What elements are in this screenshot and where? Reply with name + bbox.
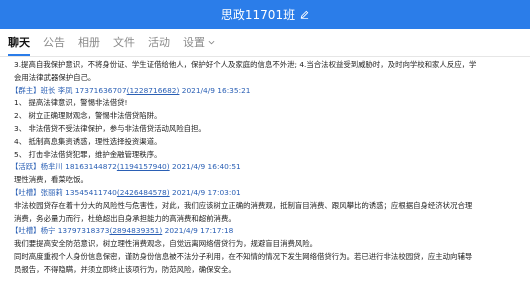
message-text-line: 2、 树立正确理财观念，警惕非法借贷陷阱。 (14, 111, 162, 121)
member-role-badge: 【群主】 (11, 85, 41, 95)
sender-name[interactable]: 杨宁 (41, 226, 56, 235)
message-timestamp: 2021/4/9 16:35:21 (181, 85, 251, 95)
chat-message: 【吐槽】张丽莉 13545411740(2426484578) 2021/4/9… (11, 187, 524, 225)
message-text-line: 3.提高自我保护意识，不将身份证、学生证借给他人，保护好个人及家庭的信息不外泄;… (14, 60, 477, 69)
member-role-badge: 【吐槽】 (11, 187, 41, 197)
tab-label: 公告 (43, 36, 65, 49)
message-text-line: 4、 抵制高息集资诱惑，理性选择投资渠道。 (14, 136, 162, 146)
message-text-line: 员报告，不得隐瞒，并须立即终止该项行为，防范风险，确保安全。 (14, 264, 236, 274)
sender-phone: 13797318373 (57, 226, 110, 236)
message-timestamp: 2021/4/9 17:17:18 (164, 226, 234, 236)
tab-label: 设置 (183, 36, 205, 49)
chat-message: 【群主】班长 李凤 17371636707(1228716682) 2021/4… (11, 85, 524, 162)
chat-message: 【吐槽】杨宁 13797318373(2894839351) 2021/4/9 … (11, 225, 524, 276)
message-text-line: 理性消费，看菜吃饭。 (14, 175, 88, 185)
message-text-line: 5、 打击非法借贷犯罪，维护金融管理秩序。 (14, 149, 162, 159)
sender-phone: 17371636707 (74, 85, 127, 95)
edit-icon[interactable] (300, 10, 309, 19)
member-role-badge: 【吐槽】 (11, 226, 41, 236)
message-text-line: 会用法律武器保护自己。 (14, 72, 96, 82)
message-list: 3.提高自我保护意识，不将身份证、学生证借给他人，保护好个人及家庭的信息不外泄;… (0, 57, 530, 277)
tab-bar: 聊天 公告 相册 文件 活动 设置 (0, 29, 530, 57)
tab-label: 相册 (78, 36, 100, 49)
sender-qq-link[interactable]: (2894839351) (109, 226, 162, 235)
sender-phone: 13545411740 (65, 187, 117, 197)
tab-label: 聊天 (8, 36, 30, 49)
sender-qq-link[interactable]: (1228716682) (127, 86, 180, 95)
chat-message: 【活跃】杨芈川 18163144872(1194157940) 2021/4/9… (11, 161, 524, 187)
tab-chat[interactable]: 聊天 (8, 34, 30, 56)
tab-activity[interactable]: 活动 (148, 34, 170, 56)
message-header: 【吐槽】张丽莉 13545411740(2426484578) 2021/4/9… (11, 187, 524, 200)
message-text-line: 非法校园贷存在着十分大的风险性与危害性，对此，我们应该树立正确的消费观，抵制盲目… (14, 200, 473, 210)
tab-settings[interactable]: 设置 (183, 34, 215, 56)
message-header: 【群主】班长 李凤 17371636707(1228716682) 2021/4… (11, 85, 524, 98)
tab-announcement[interactable]: 公告 (43, 34, 65, 56)
sender-qq-link[interactable]: (1194157940) (117, 162, 170, 171)
chat-message: 3.提高自我保护意识，不将身份证、学生证借给他人，保护好个人及家庭的信息不外泄;… (11, 59, 524, 85)
sender-name[interactable]: 张丽莉 (41, 188, 63, 197)
tab-album[interactable]: 相册 (78, 34, 100, 56)
sender-qq-link[interactable]: (2426484578) (117, 188, 170, 197)
tab-files[interactable]: 文件 (113, 34, 135, 56)
message-text-line: 3、 非法借贷不受法律保护，参与非法借贷活动风险自担。 (14, 123, 206, 133)
sender-name[interactable]: 班长 李凤 (41, 86, 73, 95)
group-chat-window: 思政11701班 聊天 公告 相册 文件 活动 设置 3.提高自我保护意识，不将身份证、学… (0, 0, 530, 297)
message-text-line: 我们要提高安全防范意识，树立理性消费观念，自觉远离网络借贷行为，规避盲目消费风险… (14, 239, 318, 249)
sender-phone: 18163144872 (65, 162, 117, 172)
member-role-badge: 【活跃】 (11, 162, 41, 172)
group-name: 思政11701班 (220, 8, 296, 22)
message-timestamp: 2021/4/9 17:03:01 (172, 187, 241, 197)
message-text-line: 消费，务必量力而行，杜绝超出自身承担能力的高消费和超前消费。 (14, 213, 236, 223)
message-header: 【活跃】杨芈川 18163144872(1194157940) 2021/4/9… (11, 161, 524, 174)
tab-label: 活动 (148, 36, 170, 49)
chevron-down-icon (208, 40, 215, 45)
sender-name[interactable]: 杨芈川 (41, 162, 63, 171)
message-timestamp: 2021/4/9 16:40:51 (172, 162, 241, 172)
message-text-line: 同时高度重视个人身份信息保密，谨防身份信息被不法分子利用，在不知情的情况下发生网… (14, 251, 473, 261)
message-text-line: 1、 提高法律意识，警惕非法借贷! (14, 98, 128, 108)
tab-label: 文件 (113, 36, 135, 49)
message-header: 【吐槽】杨宁 13797318373(2894839351) 2021/4/9 … (11, 225, 524, 238)
title-bar: 思政11701班 (0, 0, 530, 29)
